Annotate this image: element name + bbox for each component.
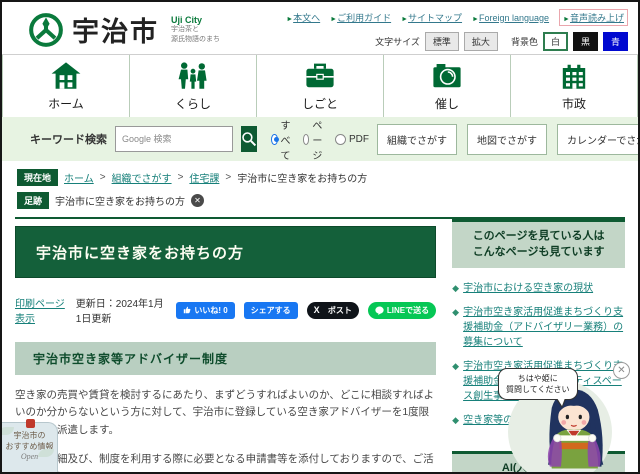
- recommend-info-tab[interactable]: 宇治市の おすすめ情報 Open: [2, 419, 58, 472]
- radio-pdf[interactable]: PDF: [335, 133, 369, 145]
- nav-label: しごと: [301, 97, 338, 111]
- search-by-org-button[interactable]: 組織でさがす: [377, 123, 457, 155]
- list-item: ◆ 宇治市空き家活用促進まちづくり支援補助金（アドバイザリー業務）の募集について: [452, 305, 625, 350]
- search-icon: [242, 132, 257, 147]
- bg-black-button[interactable]: 黒: [572, 32, 598, 51]
- radio-dot: [271, 133, 279, 145]
- nav-item-living[interactable]: くらし: [129, 55, 256, 117]
- font-large-button[interactable]: 拡大: [463, 32, 498, 51]
- x-post-button[interactable]: X ポスト: [306, 301, 359, 319]
- uji-city-emblem-icon: [29, 12, 63, 47]
- page-title: 宇治市に空き家をお持ちの方: [36, 244, 245, 262]
- footprint-badge: 足跡: [17, 192, 50, 209]
- search-scope-radios: すべて ページ PDF: [271, 117, 369, 162]
- header-utility: 本文へ ご利用ガイド サイトマップ Foreign language 音声読み上…: [286, 9, 628, 51]
- diamond-bullet-icon: ◆: [452, 306, 460, 317]
- search-label: キーワード検索: [30, 134, 107, 146]
- recommend-tab-icon: [26, 419, 35, 428]
- main-content: 宇治市に空き家をお持ちの方 印刷ページ表示 更新日：2024年1月1日更新 いい…: [15, 219, 437, 472]
- bg-blue-button[interactable]: 青: [602, 32, 628, 51]
- home-icon: [51, 62, 81, 89]
- facebook-share-button[interactable]: シェアする: [243, 301, 298, 319]
- mascot-close-icon[interactable]: ✕: [613, 362, 630, 379]
- site-logo[interactable]: 宇治市 Uji City 宇治茶と 源氏物語のまち: [28, 10, 220, 49]
- link-to-content[interactable]: 本文へ: [286, 11, 320, 24]
- related-link-1[interactable]: 宇治市における空き家の現状: [463, 281, 593, 296]
- line-icon: [375, 306, 384, 315]
- breadcrumb-home[interactable]: ホーム: [64, 170, 94, 185]
- building-icon: [562, 64, 586, 89]
- site-tagline-2: 源氏物語のまち: [171, 35, 220, 43]
- related-pages-box: このページを見ている人は こんなページも見ています: [452, 219, 625, 268]
- diamond-bullet-icon: ◆: [452, 282, 460, 293]
- updated-date: 更新日：2024年1月1日更新: [75, 299, 164, 325]
- family-icon: [178, 62, 207, 89]
- facebook-like-button[interactable]: いいね! 0: [176, 301, 235, 319]
- site-title: 宇治市: [72, 17, 159, 47]
- print-page-link[interactable]: 印刷ページ表示: [15, 295, 67, 325]
- briefcase-icon: [306, 63, 334, 88]
- link-foreign-language[interactable]: Foreign language: [472, 13, 549, 23]
- nav-label: くらし: [174, 97, 211, 111]
- bg-white-button[interactable]: 白: [542, 32, 568, 51]
- current-location-badge: 現在地: [17, 169, 59, 186]
- footprint-item: 宇治市に空き家をお持ちの方: [55, 197, 186, 208]
- footprint-remove-icon[interactable]: ✕: [191, 194, 205, 207]
- breadcrumb-current: 宇治市に空き家をお持ちの方: [237, 174, 368, 185]
- link-voice-readout[interactable]: 音声読み上げ: [559, 9, 628, 26]
- section-heading: 宇治市空き家等アドバイザー制度: [33, 352, 229, 366]
- search-by-calendar-button[interactable]: カレンダーでさがす: [557, 123, 638, 155]
- related-link-2[interactable]: 宇治市空き家活用促進まちづくり支援補助金（アドバイザリー業務）の募集について: [463, 305, 625, 350]
- camera-icon: [433, 64, 461, 88]
- nav-label: 市政: [561, 97, 586, 111]
- nav-item-government[interactable]: 市政: [510, 55, 638, 117]
- site-tagline-1: 宇治茶と: [171, 26, 199, 34]
- search-by-map-button[interactable]: 地図でさがす: [467, 123, 547, 155]
- radio-all[interactable]: すべて: [271, 117, 295, 162]
- global-nav: ホーム くらし しごと 催し 市政: [2, 55, 638, 117]
- diamond-bullet-icon: ◆: [452, 360, 460, 371]
- breadcrumb-org[interactable]: 組織でさがす: [112, 170, 172, 185]
- breadcrumb: 現在地 ホーム > 組織でさがす > 住宅課 > 宇治市に空き家をお持ちの方: [2, 161, 638, 186]
- search-input[interactable]: [115, 126, 233, 152]
- site-header: 宇治市 Uji City 宇治茶と 源氏物語のまち 本文へ ご利用ガイド サイト…: [2, 2, 638, 55]
- search-button[interactable]: [241, 126, 257, 152]
- mascot-widget: ✕ ちはや姫に 質問してください: [498, 362, 630, 472]
- radio-dot: [303, 133, 310, 145]
- site-title-en: Uji City: [171, 15, 203, 26]
- radio-page[interactable]: ページ: [303, 117, 327, 162]
- page-toolbar: 印刷ページ表示 更新日：2024年1月1日更新 いいね! 0 シェアする X ポ…: [15, 295, 437, 325]
- related-pages-heading: このページを見ている人は こんなページも見ています: [452, 222, 625, 268]
- body-paragraph-1: 空き家の売買や賃貸を検討するにあたり、まずどうすればよいのか、どこに相談すればよ…: [15, 389, 435, 436]
- footprint-row: 足跡 宇治市に空き家をお持ちの方 ✕: [2, 186, 638, 209]
- breadcrumb-housing-div[interactable]: 住宅課: [189, 170, 219, 185]
- link-sitemap[interactable]: サイトマップ: [401, 11, 462, 24]
- line-share-button[interactable]: LINEで送る: [367, 301, 437, 319]
- nav-item-home[interactable]: ホーム: [2, 55, 129, 117]
- nav-item-events[interactable]: 催し: [383, 55, 510, 117]
- font-standard-button[interactable]: 標準: [424, 32, 459, 51]
- list-item: ◆ 宇治市における空き家の現状: [452, 281, 625, 296]
- nav-label: ホーム: [48, 97, 84, 111]
- bg-color-label: 背景色: [510, 37, 538, 47]
- thumbs-up-icon: [184, 306, 191, 314]
- body-paragraph-2: 制度の詳細及び、制度を利用する際に必要となる申請書等を添付しておりますので、ご活…: [15, 452, 434, 472]
- radio-dot: [335, 133, 346, 145]
- link-usage-guide[interactable]: ご利用ガイド: [330, 11, 391, 24]
- mascot-speech-bubble: ちはや姫に 質問してください: [498, 368, 578, 409]
- browser-page: 宇治市 Uji City 宇治茶と 源氏物語のまち 本文へ ご利用ガイド サイト…: [0, 0, 640, 474]
- diamond-bullet-icon: ◆: [452, 414, 460, 425]
- nav-item-work[interactable]: しごと: [256, 55, 383, 117]
- x-logo-icon: X: [313, 305, 320, 315]
- font-size-label: 文字サイズ: [375, 37, 420, 47]
- search-bar: キーワード検索 すべて ページ PDF 組織でさがす 地図でさがす カレンダーで…: [2, 117, 638, 162]
- page-title-box: 宇治市に空き家をお持ちの方: [15, 226, 437, 278]
- nav-label: 催し: [434, 97, 459, 111]
- section-heading-box: 宇治市空き家等アドバイザー制度: [15, 342, 437, 375]
